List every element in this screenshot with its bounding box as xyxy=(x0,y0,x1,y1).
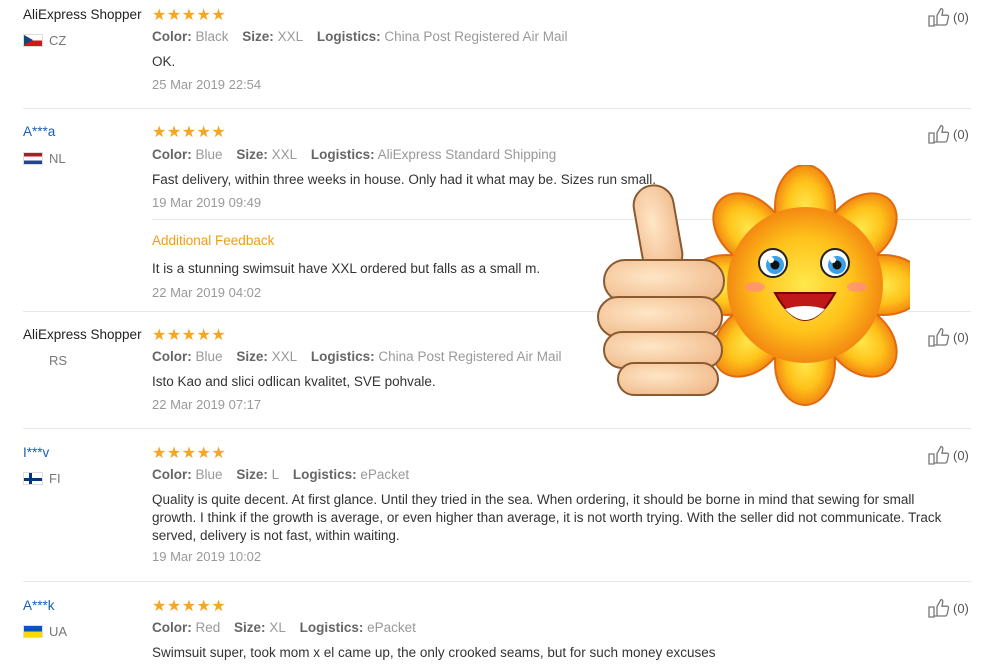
helpful-button[interactable]: (0) xyxy=(928,445,969,465)
reviewer-name[interactable]: A***k xyxy=(23,598,55,613)
review-text: Quality is quite decent. At first glance… xyxy=(152,492,942,543)
reviewer-country: FI xyxy=(23,471,61,486)
flag-rs-icon xyxy=(23,354,43,367)
star-rating: ★★★★★ xyxy=(152,327,227,344)
reviewer-name[interactable]: AliExpress Shopper xyxy=(23,327,142,342)
review-date: 19 Mar 2019 10:02 xyxy=(152,549,262,564)
reviewer-name[interactable]: AliExpress Shopper xyxy=(23,7,142,22)
review-date: 25 Mar 2019 22:54 xyxy=(152,77,262,92)
reviewer-name[interactable]: A***a xyxy=(23,124,55,139)
divider xyxy=(23,428,971,429)
divider xyxy=(23,108,971,109)
reviewer-country: NL xyxy=(23,151,66,166)
star-rating: ★★★★★ xyxy=(152,445,227,462)
thumbs-up-flower-sticker xyxy=(597,165,910,406)
order-details: Color: Blue Size: L Logistics: ePacket xyxy=(152,467,410,482)
reviewer-country: RS xyxy=(23,353,67,368)
flag-nl-icon xyxy=(23,152,43,165)
thumbs-up-icon xyxy=(928,327,950,347)
order-details: Color: Red Size: XL Logistics: ePacket xyxy=(152,620,416,635)
thumbs-up-icon xyxy=(928,7,950,27)
order-details: Color: Blue Size: XXL Logistics: AliExpr… xyxy=(152,147,557,162)
thumbs-up-hand-icon xyxy=(597,184,725,396)
helpful-button[interactable]: (0) xyxy=(928,124,969,144)
helpful-button[interactable]: (0) xyxy=(928,327,969,347)
review-date: 19 Mar 2019 09:49 xyxy=(152,195,262,210)
star-rating: ★★★★★ xyxy=(152,598,227,615)
additional-feedback-date: 22 Mar 2019 04:02 xyxy=(152,285,262,300)
reviewer-country: CZ xyxy=(23,33,66,48)
review-date: 22 Mar 2019 07:17 xyxy=(152,397,262,412)
thumbs-up-icon xyxy=(928,124,950,144)
thumbs-up-icon xyxy=(928,445,950,465)
review-text: OK. xyxy=(152,54,176,69)
helpful-button[interactable]: (0) xyxy=(928,7,969,27)
review-text: Swimsuit super, took mom x el came up, t… xyxy=(152,645,716,660)
flag-ua-icon xyxy=(23,625,43,638)
flag-cz-icon xyxy=(23,34,43,47)
divider xyxy=(23,581,971,582)
flag-fi-icon xyxy=(23,472,43,485)
reviewer-country: UA xyxy=(23,624,67,639)
order-details: Color: Blue Size: XXL Logistics: China P… xyxy=(152,349,562,364)
star-rating: ★★★★★ xyxy=(152,7,227,24)
thumbs-up-icon xyxy=(928,598,950,618)
reviewer-name[interactable]: I***v xyxy=(23,445,49,460)
order-details: Color: Black Size: XXL Logistics: China … xyxy=(152,29,568,44)
star-rating: ★★★★★ xyxy=(152,124,227,141)
helpful-button[interactable]: (0) xyxy=(928,598,969,618)
additional-feedback-title: Additional Feedback xyxy=(152,233,275,248)
